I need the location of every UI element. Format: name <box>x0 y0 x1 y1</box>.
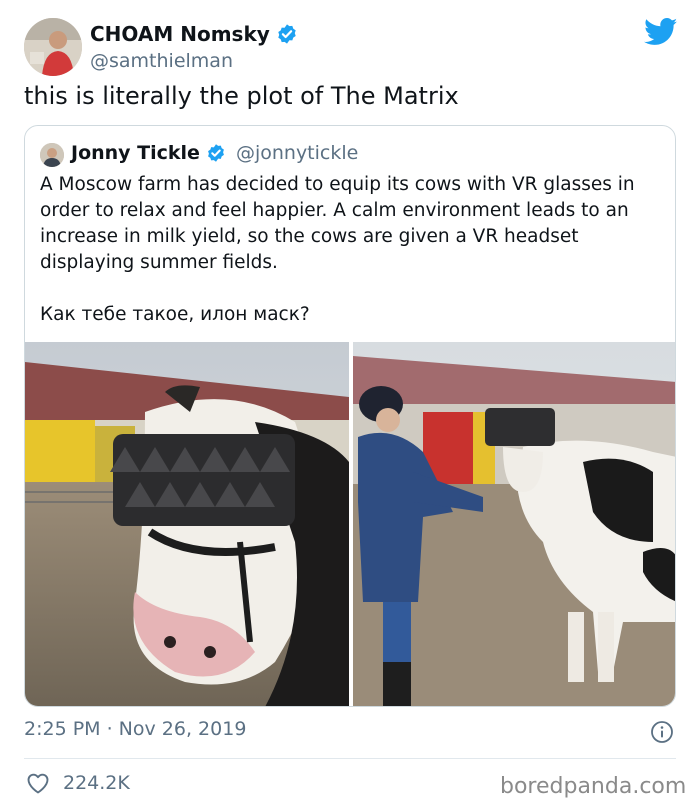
quoted-tweet-card[interactable]: Jonny Tickle @jonnytickle A Moscow farm … <box>24 125 676 707</box>
quoted-author-avatar[interactable] <box>40 143 64 167</box>
quoted-author-handle[interactable]: @jonnytickle <box>236 142 358 164</box>
verified-badge-icon <box>208 144 224 162</box>
quoted-author-line[interactable]: Jonny Tickle @jonnytickle <box>71 142 358 164</box>
watermark: boredpanda.com <box>500 774 687 799</box>
tweet-timestamp[interactable]: 2:25 PM · Nov 26, 2019 <box>24 718 246 740</box>
info-icon[interactable] <box>650 720 674 744</box>
tweet-text: this is literally the plot of The Matrix <box>24 82 459 110</box>
divider <box>24 758 676 759</box>
quoted-author-name[interactable]: Jonny Tickle <box>71 142 200 164</box>
verified-badge-icon <box>278 24 296 44</box>
author-name[interactable]: CHOAM Nomsky <box>90 22 298 46</box>
photo-man-with-cow[interactable] <box>353 342 676 707</box>
author-handle[interactable]: @samthielman <box>90 50 233 72</box>
like-count[interactable]: 224.2K <box>63 772 130 794</box>
quoted-tweet-text: A Moscow farm has decided to equip its c… <box>40 172 670 328</box>
heart-icon[interactable] <box>26 772 50 794</box>
quoted-text-en: A Moscow farm has decided to equip its c… <box>40 174 635 273</box>
photo-cow-vr-closeup[interactable] <box>25 342 349 707</box>
author-avatar[interactable] <box>24 18 82 76</box>
quoted-text-ru: Как тебе такое, илон маск? <box>40 304 310 325</box>
author-name-text[interactable]: CHOAM Nomsky <box>90 22 270 46</box>
twitter-bird-icon[interactable] <box>644 18 678 46</box>
